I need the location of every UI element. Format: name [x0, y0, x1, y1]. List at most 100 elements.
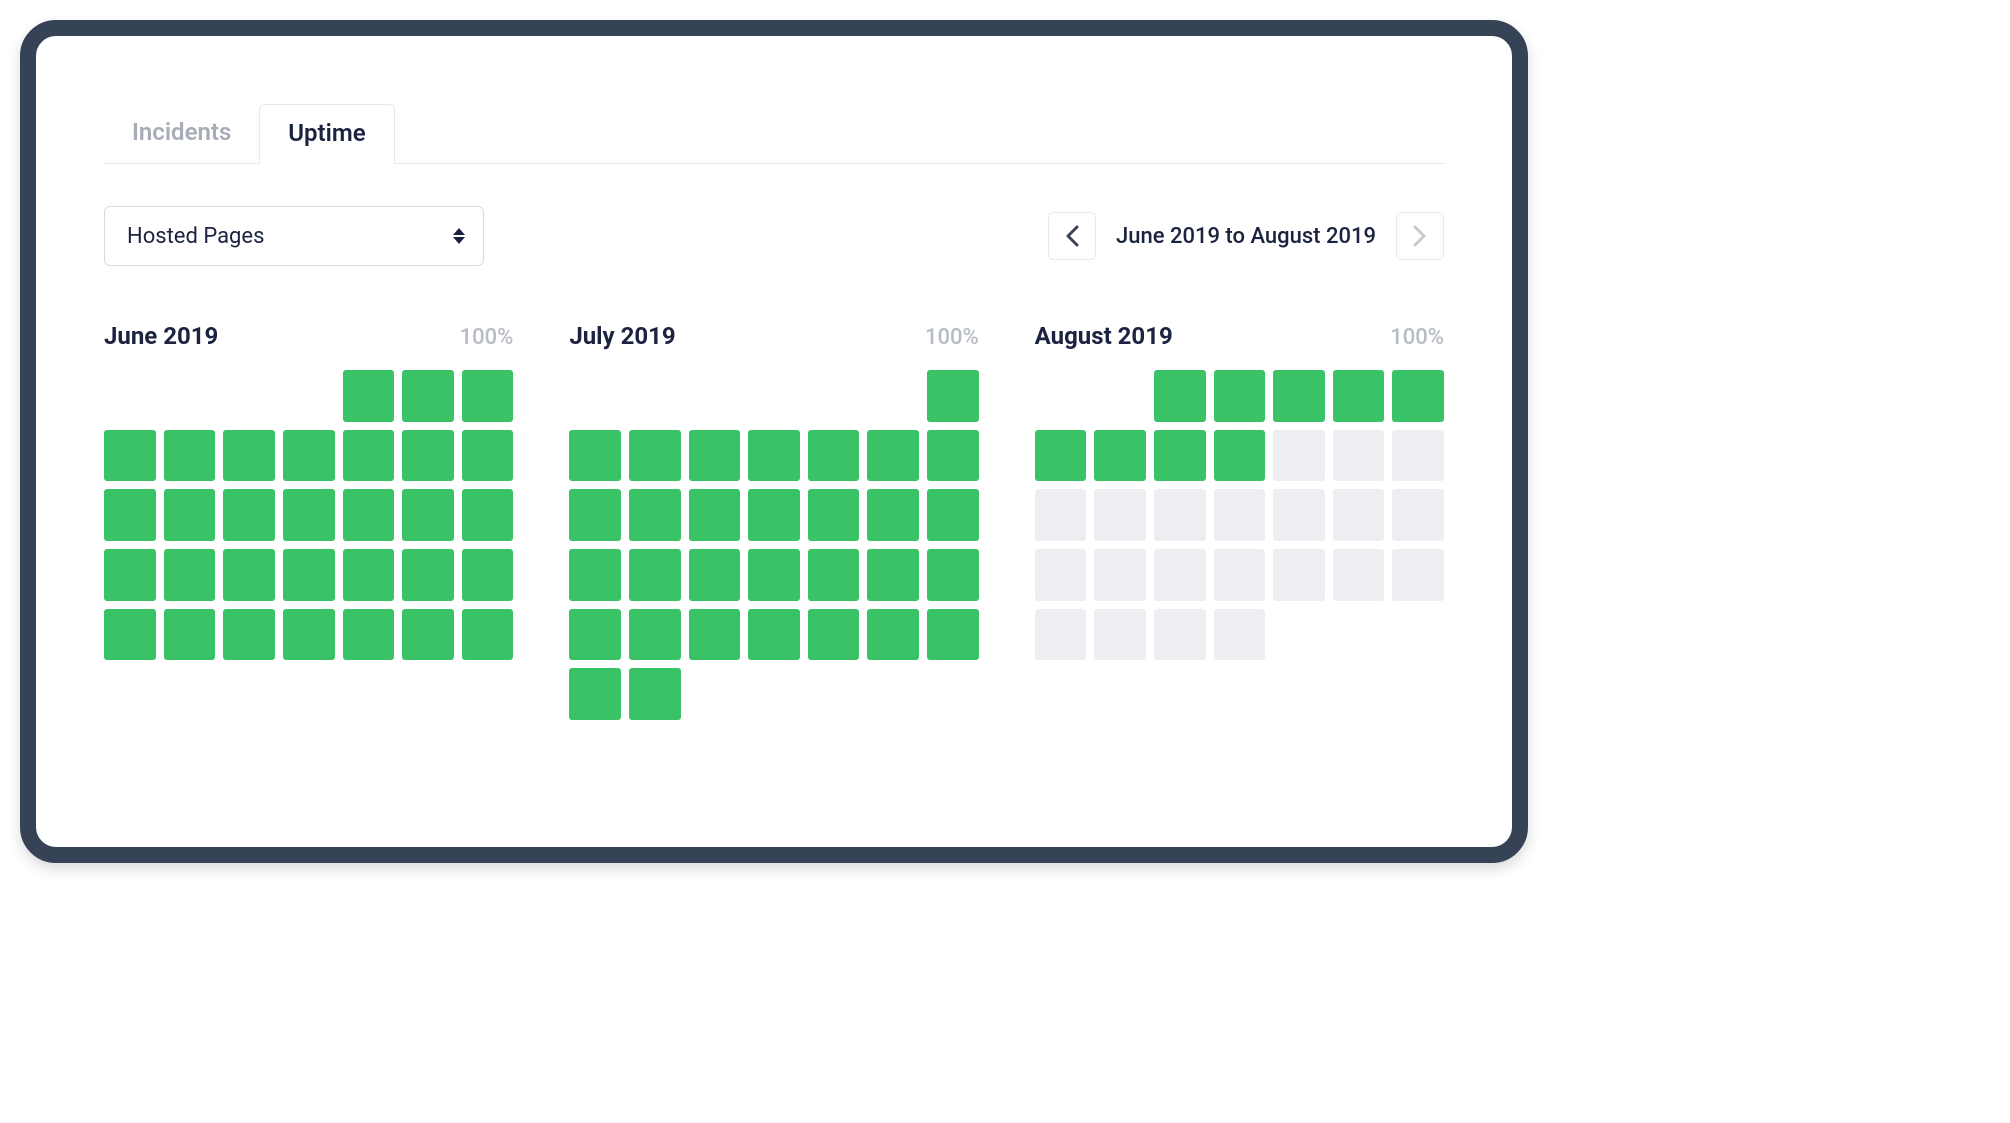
calendar-day[interactable]	[402, 370, 454, 422]
calendar-day[interactable]	[1094, 489, 1146, 541]
calendar-day[interactable]	[164, 489, 216, 541]
calendar-day[interactable]	[1214, 489, 1266, 541]
calendar-day[interactable]	[629, 549, 681, 601]
calendar-day[interactable]	[927, 489, 979, 541]
calendar-day[interactable]	[1035, 609, 1087, 661]
calendar-day[interactable]	[1094, 549, 1146, 601]
calendar-day[interactable]	[748, 549, 800, 601]
calendar-day[interactable]	[1094, 609, 1146, 661]
calendar-day[interactable]	[223, 609, 275, 661]
calendar-day[interactable]	[1214, 549, 1266, 601]
calendar-day[interactable]	[164, 430, 216, 482]
calendar-day[interactable]	[343, 489, 395, 541]
calendar-day[interactable]	[867, 489, 919, 541]
tab-uptime[interactable]: Uptime	[259, 104, 394, 164]
calendar-day[interactable]	[629, 668, 681, 720]
calendar-day[interactable]	[1273, 549, 1325, 601]
calendar-day[interactable]	[1392, 549, 1444, 601]
calendar-day[interactable]	[748, 609, 800, 661]
calendar-day[interactable]	[569, 430, 621, 482]
calendar-day[interactable]	[283, 549, 335, 601]
calendar-day[interactable]	[1392, 370, 1444, 422]
calendar-day[interactable]	[1035, 549, 1087, 601]
calendar-day[interactable]	[1214, 370, 1266, 422]
calendar-day[interactable]	[1273, 430, 1325, 482]
calendar-day[interactable]	[1273, 370, 1325, 422]
calendar-day[interactable]	[808, 489, 860, 541]
calendar-day[interactable]	[402, 609, 454, 661]
calendar-day[interactable]	[462, 370, 514, 422]
calendar-day[interactable]	[402, 489, 454, 541]
calendar-day[interactable]	[1154, 489, 1206, 541]
calendar-day[interactable]	[1154, 430, 1206, 482]
calendar-day[interactable]	[569, 549, 621, 601]
calendar-day[interactable]	[462, 609, 514, 661]
calendar-day[interactable]	[1392, 430, 1444, 482]
chevron-right-icon	[1413, 225, 1427, 247]
calendar-day[interactable]	[629, 489, 681, 541]
calendar-day[interactable]	[1035, 430, 1087, 482]
calendar-day[interactable]	[1333, 549, 1385, 601]
service-select[interactable]: Hosted Pages	[104, 206, 484, 266]
calendar-day[interactable]	[808, 609, 860, 661]
calendar-day[interactable]	[283, 489, 335, 541]
calendar-day[interactable]	[164, 549, 216, 601]
calendar-day[interactable]	[867, 609, 919, 661]
calendar-day[interactable]	[104, 430, 156, 482]
month-title: July 2019	[569, 322, 675, 350]
calendar-day[interactable]	[223, 549, 275, 601]
calendar-day[interactable]	[808, 549, 860, 601]
calendar-day[interactable]	[927, 549, 979, 601]
calendar-day[interactable]	[1154, 370, 1206, 422]
calendar-day[interactable]	[1333, 489, 1385, 541]
calendar-day[interactable]	[748, 430, 800, 482]
calendar-day[interactable]	[689, 549, 741, 601]
calendar-day[interactable]	[867, 430, 919, 482]
calendar-day[interactable]	[164, 609, 216, 661]
calendar-day[interactable]	[104, 609, 156, 661]
calendar-day[interactable]	[927, 430, 979, 482]
calendar-day[interactable]	[1154, 609, 1206, 661]
calendar-day[interactable]	[402, 430, 454, 482]
calendar-day[interactable]	[1214, 430, 1266, 482]
calendar-day[interactable]	[223, 489, 275, 541]
next-button[interactable]	[1396, 212, 1444, 260]
calendar-day[interactable]	[402, 549, 454, 601]
calendar-day[interactable]	[1094, 430, 1146, 482]
calendar-day[interactable]	[462, 549, 514, 601]
calendar-day[interactable]	[808, 430, 860, 482]
calendar-day[interactable]	[748, 489, 800, 541]
calendar-day[interactable]	[343, 609, 395, 661]
calendar-day[interactable]	[867, 549, 919, 601]
calendar-day[interactable]	[629, 609, 681, 661]
month-header: July 2019 100%	[569, 322, 978, 350]
calendar-day[interactable]	[1035, 489, 1087, 541]
tab-incidents[interactable]: Incidents	[104, 104, 259, 163]
calendar-day[interactable]	[1333, 430, 1385, 482]
calendar-day[interactable]	[569, 668, 621, 720]
calendar-day[interactable]	[104, 549, 156, 601]
calendar-day[interactable]	[629, 430, 681, 482]
calendar-day[interactable]	[569, 489, 621, 541]
calendar-day[interactable]	[569, 609, 621, 661]
calendar-day[interactable]	[689, 430, 741, 482]
calendar-day[interactable]	[1273, 489, 1325, 541]
calendar-day[interactable]	[343, 370, 395, 422]
calendar-day[interactable]	[1154, 549, 1206, 601]
calendar-day[interactable]	[689, 489, 741, 541]
calendar-day[interactable]	[1392, 489, 1444, 541]
calendar-day[interactable]	[343, 549, 395, 601]
calendar-day[interactable]	[462, 489, 514, 541]
calendar-day[interactable]	[689, 609, 741, 661]
calendar-day[interactable]	[283, 430, 335, 482]
calendar-day[interactable]	[1333, 370, 1385, 422]
calendar-day[interactable]	[462, 430, 514, 482]
calendar-day[interactable]	[927, 370, 979, 422]
calendar-day[interactable]	[104, 489, 156, 541]
calendar-day[interactable]	[1214, 609, 1266, 661]
calendar-day[interactable]	[283, 609, 335, 661]
prev-button[interactable]	[1048, 212, 1096, 260]
calendar-day[interactable]	[343, 430, 395, 482]
calendar-day[interactable]	[927, 609, 979, 661]
calendar-day[interactable]	[223, 430, 275, 482]
